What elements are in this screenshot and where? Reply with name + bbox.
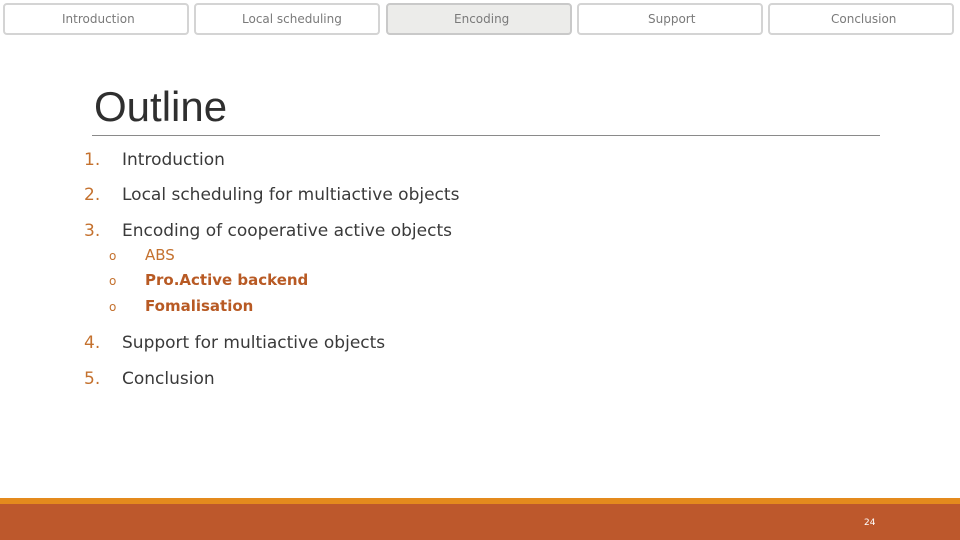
item-number: 3. [84,221,101,241]
slide-title: Outline [94,83,228,130]
tab-introduction[interactable]: Introduction [3,3,189,35]
page-number: 24 [864,518,876,528]
item-label: Local scheduling for multiactive objects [122,185,460,205]
tab-label: Local scheduling [242,12,342,26]
outline-item-introduction: 1. Introduction [84,150,225,170]
tab-label: Introduction [62,12,135,26]
item-label: Support for multiactive objects [122,333,386,353]
tab-label: Encoding [454,12,510,26]
section-nav: Introduction Local scheduling Encoding S… [0,0,960,40]
footer-bar [0,504,960,540]
tab-conclusion[interactable]: Conclusion [768,3,954,35]
tab-support[interactable]: Support [577,3,763,35]
subitem-label: Pro.Active backend [145,271,309,289]
outline-item-conclusion: 5. Conclusion [84,369,215,389]
outline-item-local-scheduling: 2. Local scheduling for multiactive objec… [84,185,459,205]
tab-encoding[interactable]: Encoding [386,3,572,35]
item-label: Introduction [122,150,225,170]
item-label: Encoding of cooperative active objects [122,221,452,241]
outline-subitem-proactive-backend: o Pro.Active backend [109,271,308,289]
tab-label: Support [648,12,696,26]
item-number: 4. [84,333,101,353]
tab-local-scheduling[interactable]: Local scheduling [194,3,380,35]
item-number: 5. [84,369,101,389]
outline-item-encoding: 3. Encoding of cooperative active objects [84,221,452,241]
item-number: 1. [84,150,101,170]
outline-subitem-formalisation: o Fomalisation [109,297,253,315]
tab-label: Conclusion [831,12,897,26]
circle-bullet-icon: o [109,274,117,288]
title-divider [92,135,880,136]
outline-subitem-abs: o ABS [109,246,175,264]
circle-bullet-icon: o [109,300,117,314]
subitem-label: ABS [145,246,175,264]
subitem-label: Fomalisation [145,297,254,315]
outline-item-support: 4. Support for multiactive objects [84,333,385,353]
circle-bullet-icon: o [109,249,117,263]
item-label: Conclusion [122,369,215,389]
item-number: 2. [84,185,101,205]
